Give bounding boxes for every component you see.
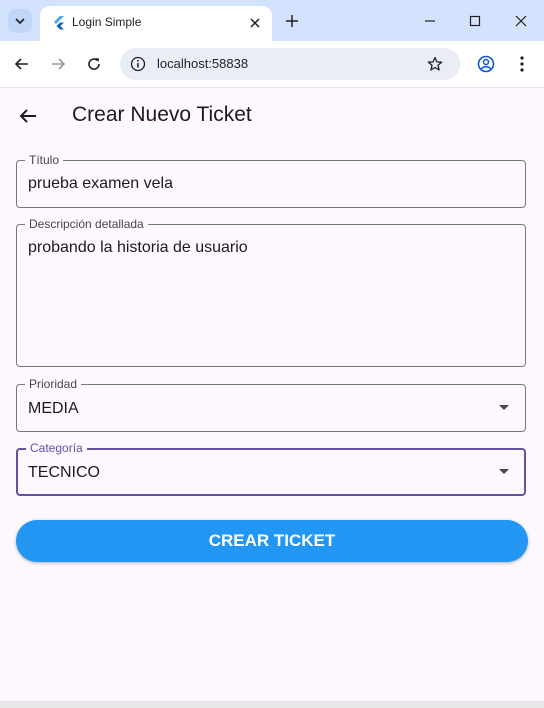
browser-toolbar: localhost:58838 [0,41,544,88]
descripcion-value: probando la historia de usuario [28,239,248,256]
reload-icon[interactable] [83,53,105,75]
descripcion-label: Descripción detallada [25,217,148,231]
url-text: localhost:58838 [157,56,249,71]
maximize-icon[interactable] [465,11,485,31]
dropdown-arrow-icon [499,405,509,410]
window-close-icon[interactable] [511,11,531,31]
site-info-icon[interactable] [128,54,148,74]
more-vert-icon[interactable] [512,53,532,75]
titulo-field[interactable]: Título prueba examen vela [16,153,526,208]
tab-strip: Login Simple [0,0,544,41]
address-bar[interactable]: localhost:58838 [120,48,460,80]
browser-tab[interactable]: Login Simple [40,6,272,41]
forward-arrow-icon[interactable] [47,53,69,75]
descripcion-field[interactable]: Descripción detallada probando la histor… [16,217,526,367]
prioridad-value: MEDIA [28,400,79,417]
chevron-down-icon [15,18,25,25]
tab-title: Login Simple [72,15,142,29]
minimize-icon[interactable] [420,11,440,31]
titulo-label: Título [25,153,64,167]
window-bottom-edge [0,701,544,708]
profile-icon[interactable] [475,53,497,75]
new-tab-plus-icon[interactable] [282,11,302,31]
categoria-value: TECNICO [28,464,100,481]
crear-ticket-button[interactable]: CREAR TICKET [16,520,528,562]
categoria-label: Categoría [26,441,87,455]
back-arrow-icon[interactable] [14,102,42,130]
prioridad-label: Prioridad [25,377,82,391]
flutter-icon [54,16,64,30]
tab-search-button[interactable] [8,9,32,33]
titulo-value: prueba examen vela [28,175,173,192]
bookmark-star-icon[interactable] [425,54,445,74]
prioridad-dropdown[interactable]: Prioridad MEDIA [16,377,526,432]
tab-close-icon[interactable] [246,14,264,32]
back-arrow-icon[interactable] [11,53,33,75]
dropdown-arrow-icon [499,469,509,474]
page-title: Crear Nuevo Ticket [72,103,252,126]
categoria-dropdown[interactable]: Categoría TECNICO [16,441,526,496]
